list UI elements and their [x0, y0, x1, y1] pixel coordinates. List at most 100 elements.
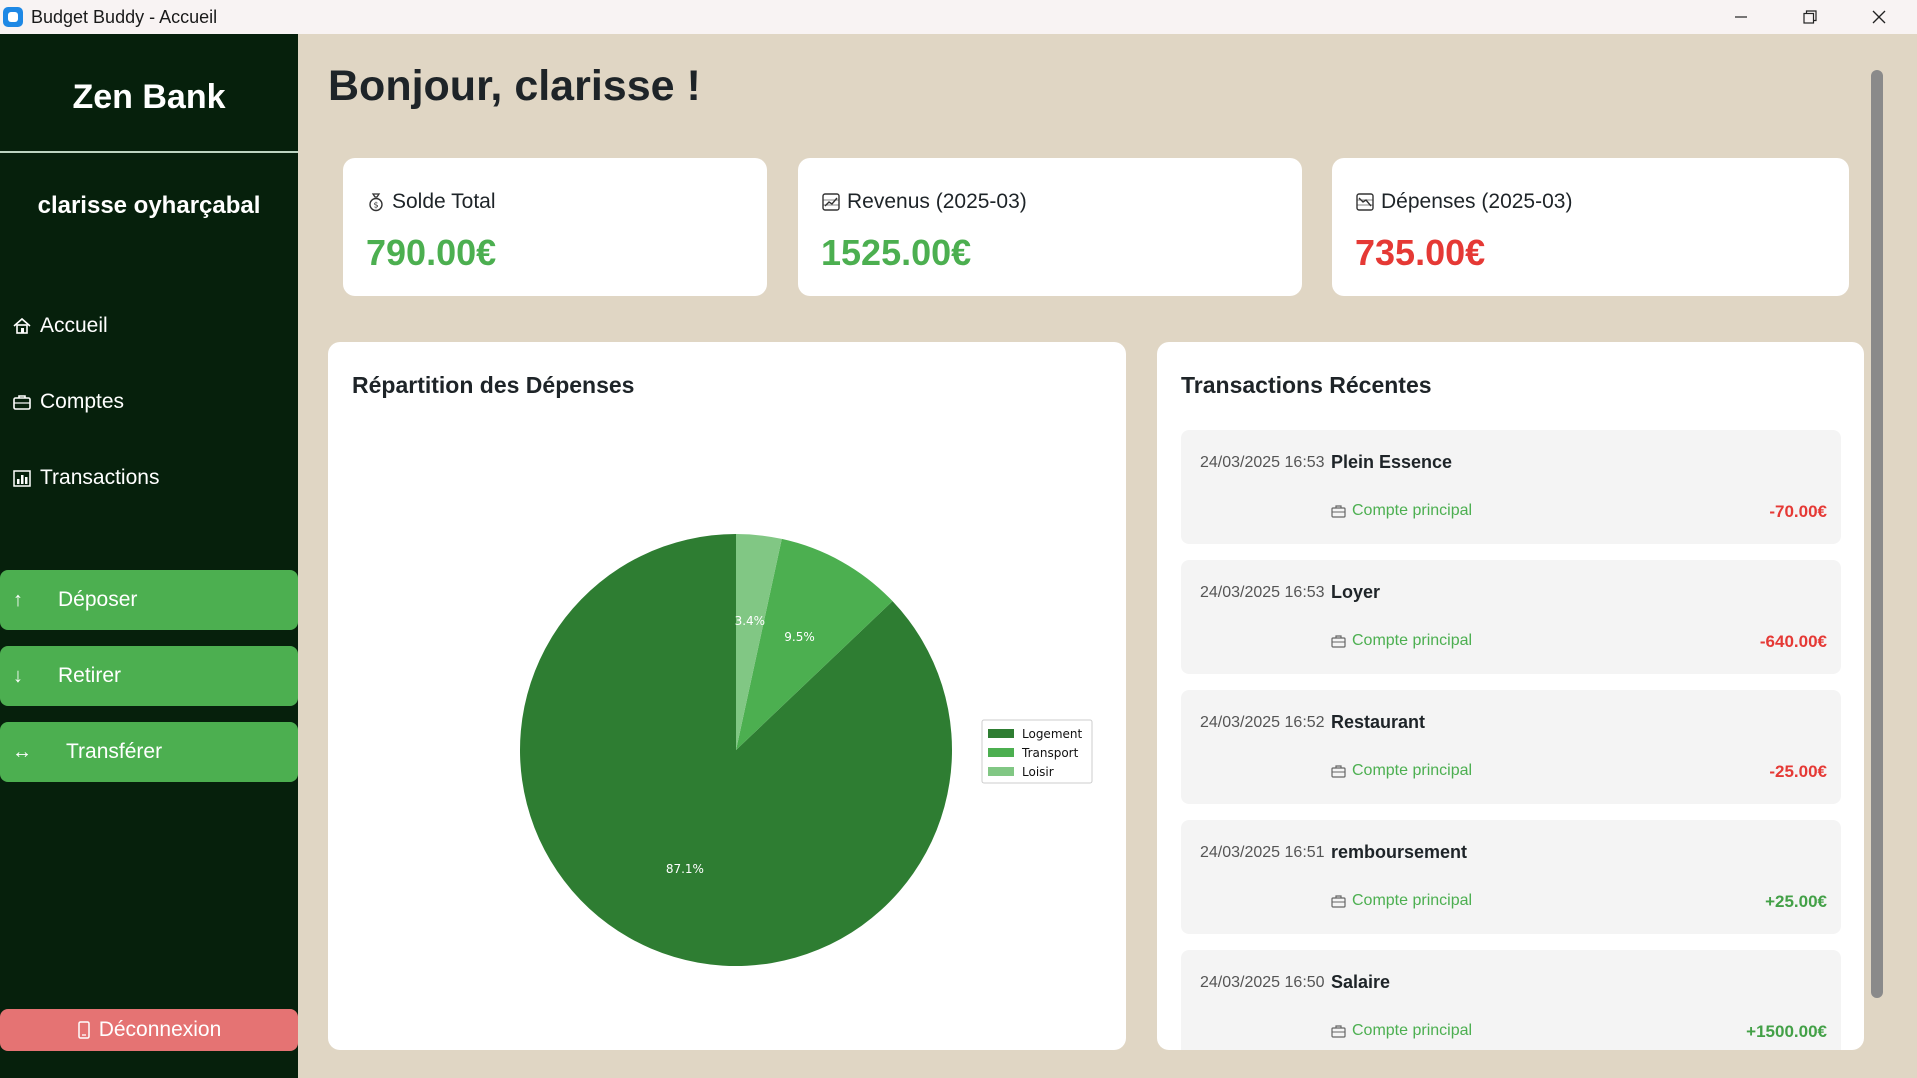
- transaction-account-label: Compte principal: [1352, 892, 1473, 909]
- briefcase-icon: [13, 395, 31, 410]
- transaction-account: Compte principal: [1331, 632, 1472, 650]
- logout-label: Déconnexion: [98, 1018, 222, 1041]
- transaction-item[interactable]: 24/03/2025 16:52 Restaurant Compte princ…: [1181, 690, 1841, 804]
- transactions-panel-title: Transactions Récentes: [1181, 372, 1432, 398]
- transaction-item[interactable]: 24/03/2025 16:50 Salaire Compte principa…: [1181, 950, 1841, 1050]
- expense-label: Dépenses (2025-03): [1381, 190, 1573, 213]
- balance-label: Solde Total: [392, 190, 496, 213]
- expense-value: 735.00€: [1355, 232, 1486, 273]
- transaction-amount: -25.00€: [1769, 762, 1827, 781]
- chart-down-icon: [1356, 193, 1374, 211]
- expenses-panel: Répartition des Dépenses 87.1% 9.5% 3.4% Lo…: [328, 342, 1126, 1050]
- transaction-name: remboursement: [1331, 842, 1468, 862]
- nav-label: Accueil: [40, 314, 108, 337]
- phone-icon: [77, 1021, 90, 1039]
- income-label: Revenus (2025-03): [847, 190, 1027, 213]
- transactions-panel: Transactions Récentes 24/03/2025 16:53 P…: [1157, 342, 1864, 1050]
- nav-item-comptes[interactable]: Comptes: [12, 382, 124, 422]
- user-name: clarisse oyharçabal: [37, 192, 261, 219]
- transaction-account: Compte principal: [1331, 762, 1472, 780]
- expense-pie-chart: 87.1% 9.5% 3.4% Logement Transport Loisir: [520, 534, 1093, 966]
- legend-label-transport: Transport: [1021, 746, 1079, 760]
- chart-up-icon: [822, 193, 840, 211]
- briefcase-icon: [1331, 1025, 1346, 1038]
- legend-swatch-transport: [988, 748, 1014, 757]
- balance-label-row: $ Solde Total: [367, 190, 496, 214]
- minimize-button[interactable]: [1707, 0, 1775, 34]
- page-title: Bonjour, clarisse !: [328, 62, 701, 110]
- transaction-amount: +25.00€: [1765, 892, 1827, 911]
- transfer-button[interactable]: ↔ Transférer: [0, 722, 298, 782]
- transaction-account: Compte principal: [1331, 502, 1472, 520]
- transaction-item[interactable]: 24/03/2025 16:53 Plein Essence Compte pr…: [1181, 430, 1841, 544]
- transaction-name: Loyer: [1331, 582, 1381, 602]
- income-value: 1525.00€: [821, 232, 972, 273]
- deposit-button[interactable]: ↑ Déposer: [0, 570, 298, 630]
- transfer-label: Transférer: [66, 740, 163, 763]
- deposit-label: Déposer: [58, 588, 138, 611]
- transaction-amount: -640.00€: [1759, 632, 1827, 651]
- transaction-amount: -70.00€: [1769, 502, 1827, 521]
- close-icon: [1872, 10, 1886, 24]
- money-bag-icon: $: [369, 193, 383, 212]
- transaction-amount: +1500.00€: [1746, 1022, 1827, 1041]
- nav-item-accueil[interactable]: Accueil: [12, 306, 108, 346]
- income-card: Revenus (2025-03) 1525.00€: [798, 158, 1302, 296]
- minimize-icon: [1735, 16, 1747, 18]
- pie-label-transport: 9.5%: [784, 630, 815, 644]
- briefcase-icon: [1331, 765, 1346, 778]
- transaction-name: Plein Essence: [1331, 452, 1453, 472]
- sidebar: Zen Bank clarisse oyharçabal Accueil Com…: [0, 34, 298, 1078]
- pie-label-logement: 87.1%: [666, 862, 704, 876]
- legend-swatch-loisir: [988, 767, 1014, 776]
- transaction-account: Compte principal: [1331, 892, 1472, 910]
- expense-label-row: Dépenses (2025-03): [1356, 190, 1572, 214]
- restore-button[interactable]: [1776, 0, 1844, 34]
- title-bar: Budget Buddy - Accueil: [0, 0, 1917, 34]
- legend-swatch-logement: [988, 729, 1014, 738]
- withdraw-label: Retirer: [58, 664, 122, 687]
- transaction-account-label: Compte principal: [1352, 502, 1473, 519]
- balance-card: $ Solde Total 790.00€: [343, 158, 767, 296]
- close-button[interactable]: [1845, 0, 1913, 34]
- transaction-name: Restaurant: [1331, 712, 1426, 732]
- briefcase-icon: [1331, 505, 1346, 518]
- transaction-item[interactable]: 24/03/2025 16:53 Loyer Compte principal …: [1181, 560, 1841, 674]
- window-title: Budget Buddy - Accueil: [31, 6, 218, 27]
- logout-button[interactable]: Déconnexion: [0, 1009, 298, 1051]
- brand-title: Zen Bank: [72, 78, 226, 116]
- pie-label-loisir: 3.4%: [735, 614, 766, 628]
- transaction-item[interactable]: 24/03/2025 16:51 remboursement Compte pr…: [1181, 820, 1841, 934]
- home-icon: [13, 317, 31, 334]
- arrow-down-icon: ↓: [13, 664, 23, 687]
- expense-card: Dépenses (2025-03) 735.00€: [1332, 158, 1849, 296]
- transaction-account-label: Compte principal: [1352, 1022, 1473, 1039]
- legend-label-logement: Logement: [1022, 727, 1082, 741]
- transaction-name: Salaire: [1331, 972, 1391, 992]
- transaction-date: 24/03/2025 16:52: [1200, 714, 1325, 731]
- briefcase-icon: [1331, 635, 1346, 648]
- bar-chart-icon: [13, 470, 31, 487]
- transaction-date: 24/03/2025 16:53: [1200, 584, 1325, 601]
- nav-label: Transactions: [40, 466, 160, 489]
- transaction-account-label: Compte principal: [1352, 762, 1473, 779]
- restore-icon: [1803, 10, 1817, 24]
- brand-divider: [0, 151, 298, 153]
- transaction-date: 24/03/2025 16:53: [1200, 454, 1325, 471]
- withdraw-button[interactable]: ↓ Retirer: [0, 646, 298, 706]
- transfer-icon: ↔: [12, 740, 32, 763]
- transaction-account: Compte principal: [1331, 1022, 1472, 1040]
- main-scrollbar[interactable]: [1871, 70, 1883, 998]
- income-label-row: Revenus (2025-03): [822, 190, 1027, 214]
- balance-value: 790.00€: [366, 232, 497, 273]
- transaction-date: 24/03/2025 16:51: [1200, 844, 1325, 861]
- app-icon: [3, 7, 23, 27]
- legend-label-loisir: Loisir: [1022, 765, 1054, 779]
- transaction-account-label: Compte principal: [1352, 632, 1473, 649]
- transaction-date: 24/03/2025 16:50: [1200, 974, 1325, 991]
- arrow-up-icon: ↑: [13, 588, 23, 611]
- nav-label: Comptes: [40, 390, 125, 413]
- briefcase-icon: [1331, 895, 1346, 908]
- nav-item-transactions[interactable]: Transactions: [12, 458, 159, 498]
- svg-text:$: $: [373, 201, 378, 210]
